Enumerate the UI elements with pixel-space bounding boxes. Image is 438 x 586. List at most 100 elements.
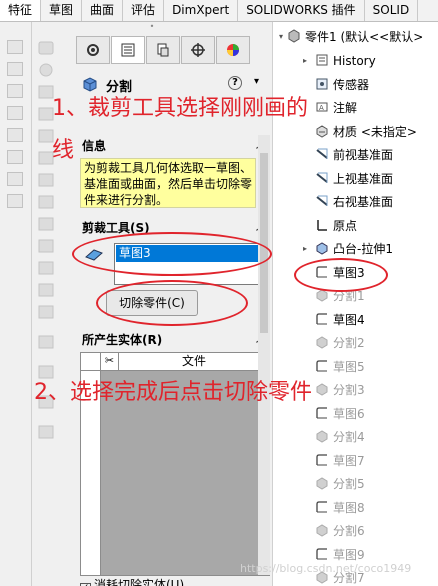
- messages-header[interactable]: 信息 ︿: [76, 136, 272, 156]
- consume-cut-bodies-option[interactable]: ✓消耗切除实体(U): [80, 576, 184, 586]
- annotation-step1: 1、裁剪工具选择刚刚画的: [52, 96, 308, 121]
- tree-item[interactable]: 材质 <未指定>: [315, 121, 417, 143]
- tree-item[interactable]: 草图4: [315, 309, 365, 331]
- sketch-icon: [316, 453, 327, 465]
- tree-item-label: 草图4: [333, 312, 365, 327]
- tab-dimxpert-manager[interactable]: [181, 36, 215, 64]
- table-header: ✂ 文件: [81, 353, 269, 371]
- tool-icon: [7, 194, 23, 208]
- split-icon: [316, 336, 328, 349]
- tree-item[interactable]: 草图7: [315, 450, 365, 472]
- expand-icon[interactable]: ▸: [303, 238, 307, 260]
- tool-icon: [7, 84, 23, 98]
- tool-icon: [7, 40, 23, 54]
- consume-cut-bodies-label: 消耗切除实体(U): [94, 578, 185, 586]
- tree-item[interactable]: 传感器: [315, 74, 369, 96]
- tree-item-label: 上视基准面: [333, 171, 394, 186]
- tree-item[interactable]: 前视基准面: [315, 144, 393, 166]
- column-index: [81, 353, 101, 370]
- tree-item[interactable]: 右视基准面: [315, 191, 393, 213]
- material-icon: [316, 124, 328, 138]
- tab-surfaces[interactable]: 曲面: [82, 0, 124, 21]
- watermark: https://blog.csdn.net/coco1949: [240, 562, 412, 575]
- highlight-ellipse: [96, 280, 248, 326]
- tree-item-label: 凸台-拉伸1: [333, 242, 393, 256]
- highlight-ellipse: [294, 258, 388, 292]
- expand-icon[interactable]: ▸: [303, 50, 307, 72]
- tree-item-label: 注解: [333, 101, 358, 115]
- sketch-icon: [316, 547, 327, 559]
- tree-item[interactable]: 草图8: [315, 497, 365, 519]
- sketch-icon: [316, 359, 327, 371]
- tree-item[interactable]: ▸ 凸台-拉伸1: [303, 238, 393, 260]
- part-icon: [288, 29, 300, 43]
- property-list-icon: [121, 43, 135, 57]
- tree-item[interactable]: 原点: [315, 215, 357, 237]
- tree-item-label: 草图8: [333, 500, 365, 515]
- scrollbar-thumb[interactable]: [260, 153, 268, 333]
- sensor-icon: [316, 78, 328, 89]
- messages-title: 信息: [82, 139, 107, 153]
- tree-item[interactable]: A 注解: [315, 97, 357, 119]
- tree-item-label: 原点: [333, 218, 358, 233]
- history-icon: [316, 54, 328, 66]
- tool-icon: [7, 150, 23, 164]
- tree-item[interactable]: 草图5: [315, 356, 365, 378]
- manager-tabs: [76, 36, 251, 64]
- annotation-icon: A: [316, 102, 328, 112]
- scrollbar[interactable]: [258, 135, 270, 575]
- tree-item[interactable]: 分割6: [315, 520, 365, 542]
- tab-features[interactable]: 特征: [0, 0, 42, 21]
- tab-addins[interactable]: SOLIDWORKS 插件: [238, 0, 365, 21]
- tree-item[interactable]: 分割5: [315, 473, 365, 495]
- tree-item[interactable]: 草图6: [315, 403, 365, 425]
- tree-item[interactable]: 分割2: [315, 332, 365, 354]
- tool-icon: [7, 106, 23, 120]
- plane-icon: [316, 195, 328, 206]
- tab-solid[interactable]: SOLID: [365, 0, 419, 21]
- tree-item[interactable]: ▸ History: [303, 50, 376, 72]
- chevron-down-icon[interactable]: ▾: [254, 76, 259, 87]
- tree-root[interactable]: ▾ 零件1 (默认<<默认>: [279, 26, 424, 48]
- configuration-icon: [157, 43, 169, 57]
- highlight-ellipse: [72, 232, 272, 276]
- tree-item-label: 草图7: [333, 453, 365, 468]
- sketch-icon: [316, 406, 327, 418]
- extrude-icon: [316, 242, 328, 255]
- annotation-step1-continued: 线: [52, 138, 75, 163]
- color-wheel-icon: [227, 44, 239, 56]
- expand-icon[interactable]: ▾: [279, 26, 283, 48]
- resulting-bodies-section: 所产生实体(R) ︿: [76, 330, 272, 350]
- tree-item[interactable]: 分割4: [315, 426, 365, 448]
- tree-item-label: 草图6: [333, 406, 365, 421]
- panel-grip[interactable]: •: [32, 22, 272, 32]
- svg-text:A: A: [319, 104, 324, 112]
- tree-item-label: 分割4: [333, 430, 365, 444]
- feature-toolbar: [0, 22, 48, 586]
- tab-property-manager[interactable]: [111, 36, 145, 64]
- tree-item[interactable]: 分割3: [315, 379, 365, 401]
- tab-sketch[interactable]: 草图: [41, 0, 83, 21]
- tree-item-label: 分割3: [333, 383, 365, 397]
- tree-item-label: 右视基准面: [333, 195, 394, 209]
- tab-display-manager[interactable]: [216, 36, 250, 64]
- tool-icon: [7, 128, 23, 142]
- tool-icon: [7, 62, 23, 76]
- tab-configuration-manager[interactable]: [146, 36, 180, 64]
- tool-icon: [7, 172, 23, 186]
- origin-icon: [317, 219, 327, 231]
- split-icon: [316, 430, 328, 443]
- help-icon[interactable]: ?: [228, 76, 242, 90]
- tree-root-label: 零件1 (默认<<默认>: [305, 30, 424, 44]
- tree-item[interactable]: 上视基准面: [315, 168, 393, 190]
- scissors-icon: ✂: [101, 353, 119, 370]
- message-box: 为剪裁工具几何体选取一草图、基准面或曲面，然后单击切除零件来进行分割。: [80, 158, 256, 208]
- tab-evaluate[interactable]: 评估: [123, 0, 165, 21]
- messages-section: 信息 ︿: [76, 136, 272, 156]
- resulting-bodies-header[interactable]: 所产生实体(R) ︿: [76, 330, 272, 350]
- tab-dimxpert[interactable]: DimXpert: [164, 0, 239, 21]
- tab-feature-manager[interactable]: [76, 36, 110, 64]
- resulting-bodies-title: 所产生实体(R): [82, 333, 163, 347]
- sketch-icon: [316, 312, 327, 324]
- command-manager-tabs: 特征 草图 曲面 评估 DimXpert SOLIDWORKS 插件 SOLID: [0, 0, 438, 22]
